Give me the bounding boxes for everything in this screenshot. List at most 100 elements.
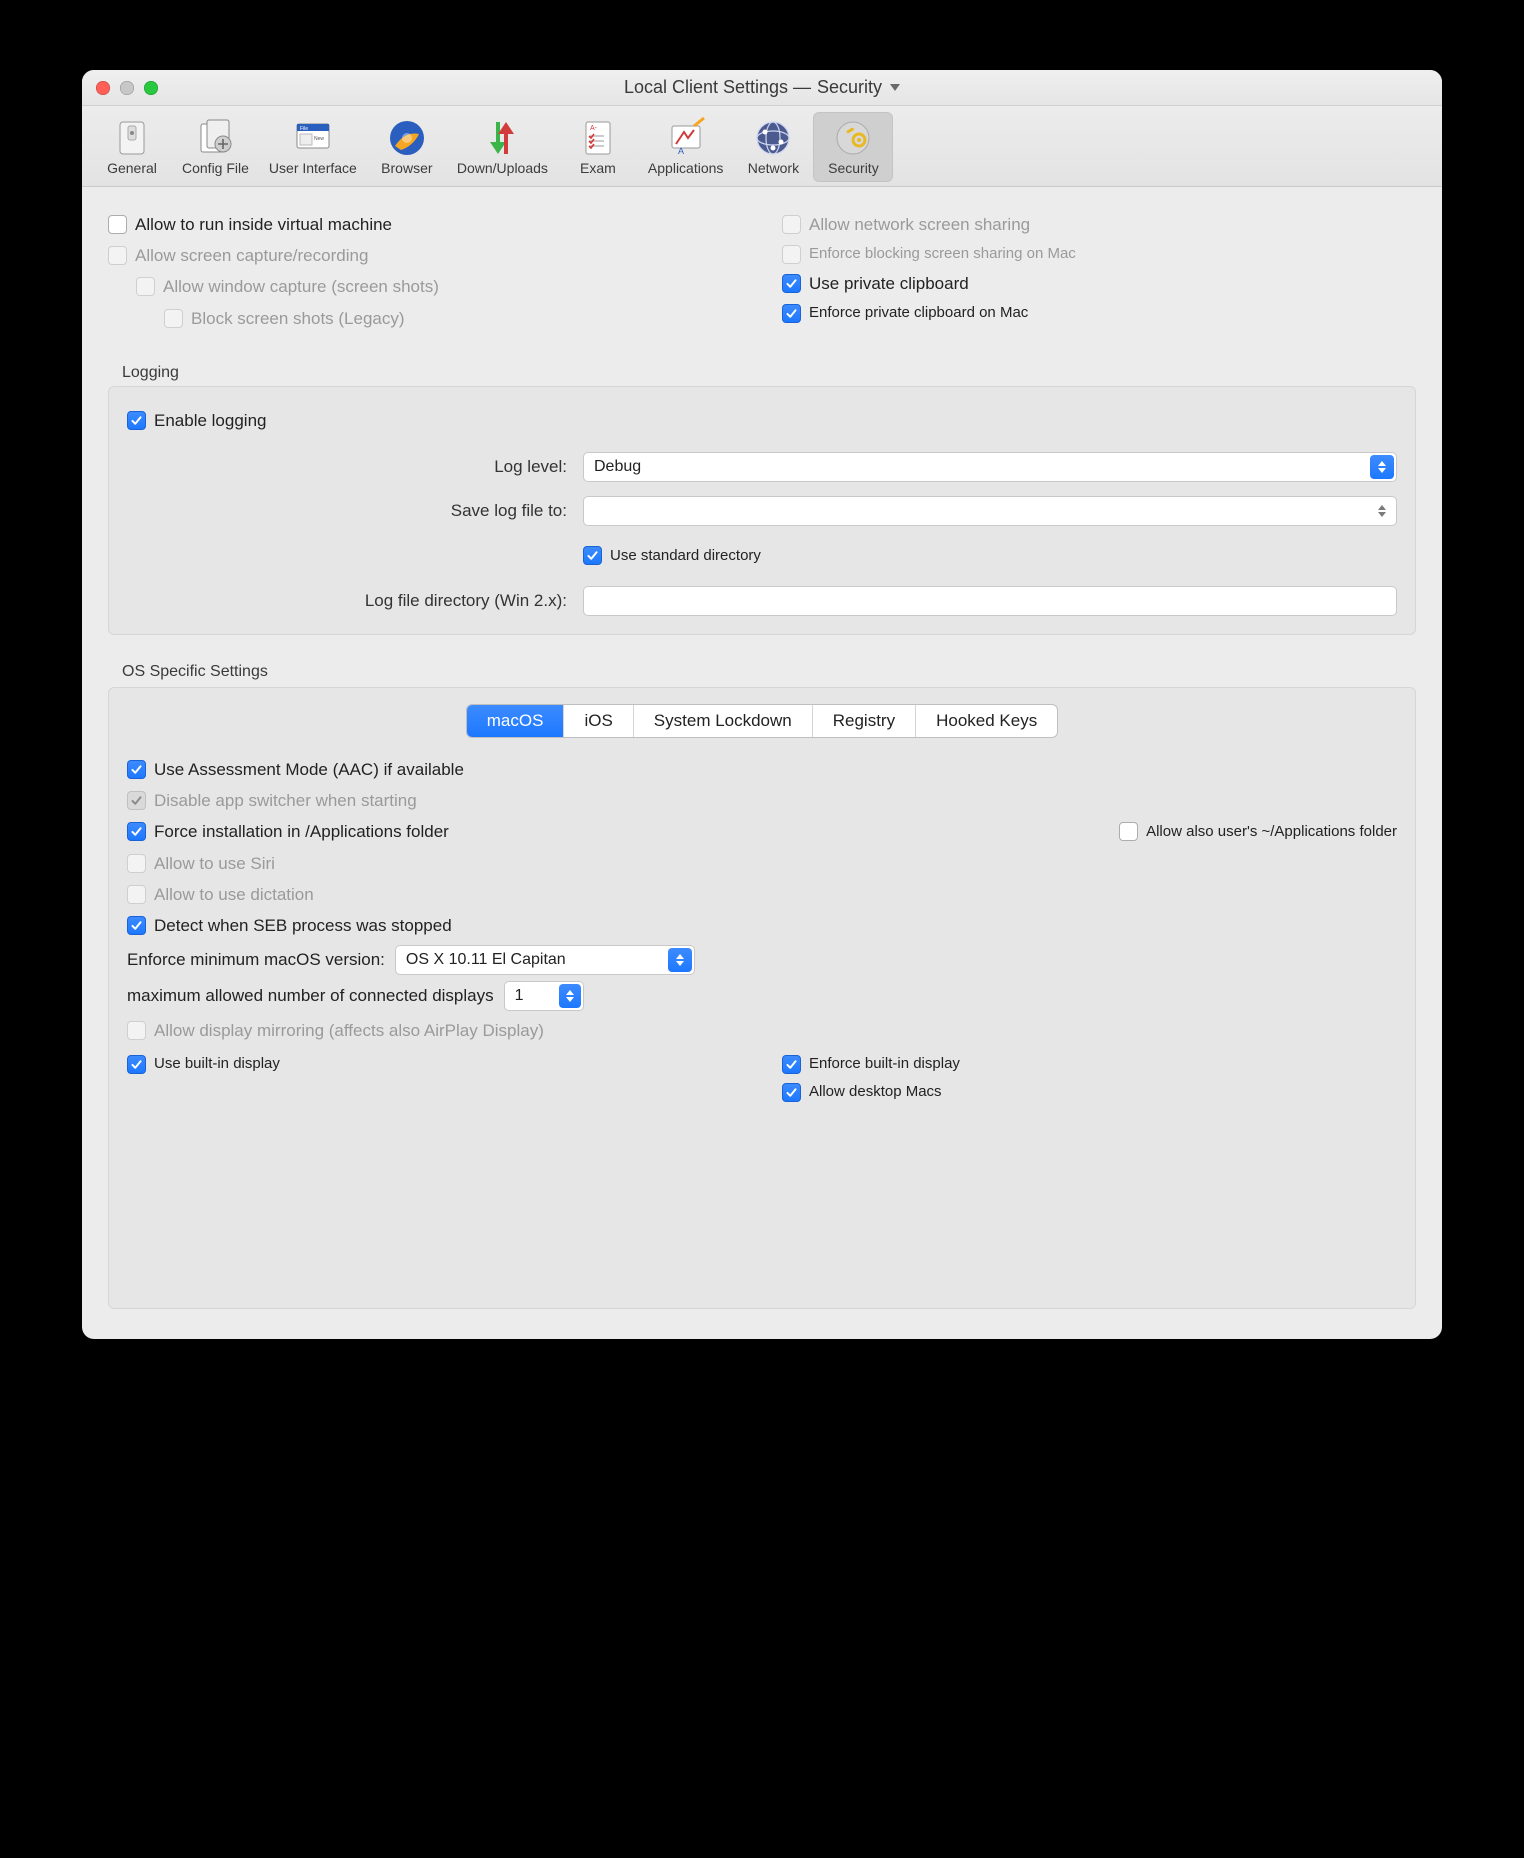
- detect-seb-stopped-checkbox[interactable]: [127, 916, 146, 935]
- toolbar-tab-browser[interactable]: Browser: [367, 112, 447, 182]
- toolbar-tab-network[interactable]: Network: [733, 112, 813, 182]
- logging-group: Enable logging Log level: Debug Save log…: [108, 386, 1416, 635]
- min-macos-label: Enforce minimum macOS version:: [127, 950, 385, 970]
- use-builtin-display-checkbox[interactable]: [127, 1055, 146, 1074]
- allow-dictation-label: Allow to use dictation: [154, 881, 314, 908]
- detect-seb-stopped-label: Detect when SEB process was stopped: [154, 912, 452, 939]
- minimize-window-button: [120, 81, 134, 95]
- force-install-applications-checkbox[interactable]: [127, 822, 146, 841]
- toolbar-tab-general[interactable]: General: [92, 112, 172, 182]
- save-log-to-select[interactable]: [583, 496, 1397, 526]
- general-icon: [110, 116, 154, 160]
- allow-desktop-macs-checkbox[interactable]: [782, 1083, 801, 1102]
- min-macos-value: OS X 10.11 El Capitan: [406, 951, 566, 969]
- os-tab-ios[interactable]: iOS: [564, 705, 633, 737]
- svg-text:New: New: [314, 136, 324, 142]
- disable-app-switcher-label: Disable app switcher when starting: [154, 787, 417, 814]
- force-install-applications-label: Force installation in /Applications fold…: [154, 818, 449, 845]
- toolbar-tab-label: General: [107, 160, 157, 176]
- os-tabs: macOSiOSSystem LockdownRegistryHooked Ke…: [466, 704, 1058, 738]
- toolbar-tab-label: Applications: [648, 160, 724, 176]
- toolbar-tab-user-interface[interactable]: FileNewUser Interface: [259, 112, 367, 182]
- vm-screencapture-options: Allow to run inside virtual machineAllow…: [108, 207, 742, 336]
- close-window-button[interactable]: [96, 81, 110, 95]
- use-assessment-mode-label: Use Assessment Mode (AAC) if available: [154, 756, 464, 783]
- screensharing-clipboard-options: Allow network screen sharing Enforce bloc…: [782, 207, 1416, 336]
- toolbar-tab-label: Exam: [580, 160, 616, 176]
- allow-desktop-macs-label: Allow desktop Macs: [809, 1080, 942, 1104]
- checkbox[interactable]: [782, 304, 801, 323]
- checkbox-label: Allow network screen sharing: [809, 211, 1030, 238]
- toolbar-tab-config-file[interactable]: Config File: [172, 112, 259, 182]
- updown-caret-icon: [1370, 455, 1394, 479]
- os-specific-section-label: OS Specific Settings: [122, 663, 1416, 681]
- max-displays-label: maximum allowed number of connected disp…: [127, 986, 494, 1006]
- checkbox-label: Block screen shots (Legacy): [191, 305, 405, 332]
- network-icon: [751, 116, 795, 160]
- checkbox[interactable]: [108, 215, 127, 234]
- allow-user-applications-label: Allow also user's ~/Applications folder: [1146, 820, 1397, 844]
- min-macos-select[interactable]: OS X 10.11 El Capitan: [395, 945, 695, 975]
- allow-siri-label: Allow to use Siri: [154, 850, 275, 877]
- os-tab-macos[interactable]: macOS: [467, 705, 565, 737]
- toolbar-tab-applications[interactable]: A Applications: [638, 112, 734, 182]
- window-title-prefix: Local Client Settings —: [624, 77, 811, 98]
- use-assessment-mode-checkbox[interactable]: [127, 760, 146, 779]
- browser-icon: [385, 116, 429, 160]
- allow-dictation-checkbox: [127, 885, 146, 904]
- checkbox-label: Use private clipboard: [809, 270, 969, 297]
- security-icon: [831, 116, 875, 160]
- logging-section-label: Logging: [122, 364, 1416, 382]
- max-displays-value: 1: [515, 987, 524, 1005]
- svg-text:A: A: [678, 146, 684, 156]
- os-specific-group: macOSiOSSystem LockdownRegistryHooked Ke…: [108, 687, 1416, 1309]
- log-file-directory-win-input[interactable]: [583, 586, 1397, 616]
- use-standard-directory-label: Use standard directory: [610, 544, 761, 568]
- checkbox-label: Enforce blocking screen sharing on Mac: [809, 242, 1076, 266]
- use-standard-directory-checkbox[interactable]: [583, 546, 602, 565]
- log-level-select[interactable]: Debug: [583, 452, 1397, 482]
- use-builtin-display-label: Use built-in display: [154, 1052, 280, 1076]
- checkbox-label: Enforce private clipboard on Mac: [809, 301, 1028, 325]
- updown-caret-icon: [668, 948, 692, 972]
- log-file-directory-win-label: Log file directory (Win 2.x):: [127, 591, 567, 611]
- toolbar-tab-security[interactable]: Security: [813, 112, 893, 182]
- updown-caret-icon: [559, 984, 581, 1008]
- toolbar-tab-exam[interactable]: A-Exam: [558, 112, 638, 182]
- allow-display-mirroring-label: Allow display mirroring (affects also Ai…: [154, 1017, 544, 1044]
- toolbar-tab-label: Browser: [381, 160, 432, 176]
- allow-siri-checkbox: [127, 854, 146, 873]
- os-tab-registry[interactable]: Registry: [813, 705, 916, 737]
- os-tab-hooked-keys[interactable]: Hooked Keys: [916, 705, 1057, 737]
- allow-display-mirroring-checkbox: [127, 1021, 146, 1040]
- chevron-down-icon: [890, 84, 900, 91]
- enforce-builtin-display-label: Enforce built-in display: [809, 1052, 960, 1076]
- toolbar-tab-label: Config File: [182, 160, 249, 176]
- checkbox[interactable]: [782, 274, 801, 293]
- pane-security: Allow to run inside virtual machineAllow…: [82, 187, 1442, 1339]
- max-displays-select[interactable]: 1: [504, 981, 584, 1011]
- user-interface-icon: File New: [291, 116, 335, 160]
- toolbar-tab-label: Down/Uploads: [457, 160, 548, 176]
- svg-text:File: File: [300, 126, 308, 132]
- preferences-toolbar: GeneralConfig FileFileNewUser InterfaceB…: [82, 106, 1442, 187]
- checkbox-label: Allow screen capture/recording: [135, 242, 368, 269]
- log-level-label: Log level:: [127, 457, 567, 477]
- checkbox: [136, 277, 155, 296]
- zoom-window-button[interactable]: [144, 81, 158, 95]
- allow-user-applications-checkbox[interactable]: [1119, 822, 1138, 841]
- enable-logging-checkbox[interactable]: [127, 411, 146, 430]
- os-tab-system-lockdown[interactable]: System Lockdown: [634, 705, 813, 737]
- log-level-value: Debug: [594, 458, 641, 476]
- window-title[interactable]: Local Client Settings — Security: [82, 77, 1442, 98]
- toolbar-tab-down-uploads[interactable]: Down/Uploads: [447, 112, 558, 182]
- toolbar-tab-label: Security: [828, 160, 879, 176]
- applications-icon: A: [664, 116, 708, 160]
- config-file-icon: [193, 116, 237, 160]
- down-uploads-icon: [480, 116, 524, 160]
- enforce-builtin-display-checkbox[interactable]: [782, 1055, 801, 1074]
- save-log-to-label: Save log file to:: [127, 501, 567, 521]
- toolbar-tab-label: Network: [748, 160, 799, 176]
- updown-caret-icon: [1370, 499, 1394, 523]
- window-title-section: Security: [817, 77, 882, 98]
